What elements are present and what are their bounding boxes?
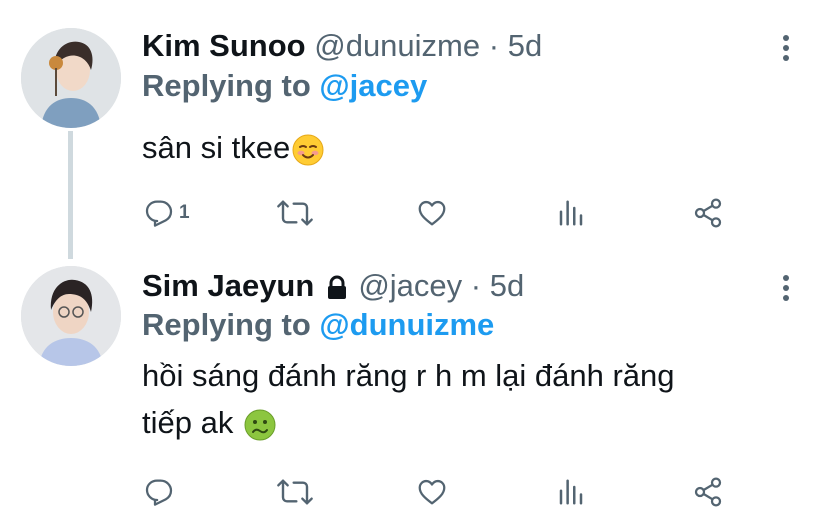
analytics-icon — [559, 200, 583, 226]
heart-icon — [418, 479, 446, 505]
like-button[interactable] — [415, 472, 449, 512]
tweet-2[interactable]: Sim Jaeyun @jacey · 5d Replying to @dunu… — [0, 250, 828, 515]
user-handle[interactable]: @jacey — [358, 268, 462, 303]
lock-icon — [326, 275, 348, 301]
retweet-button[interactable] — [276, 193, 314, 233]
timestamp[interactable]: 5d — [490, 268, 524, 303]
reply-button[interactable] — [143, 472, 179, 512]
more-options-icon[interactable] — [776, 32, 796, 62]
heart-icon — [418, 200, 446, 226]
smiling-face-icon — [292, 134, 324, 166]
user-handle[interactable]: @dunuizme — [314, 28, 480, 63]
share-button[interactable] — [692, 193, 724, 233]
tweet-text: sân si tkee — [142, 126, 802, 170]
display-name[interactable]: Sim Jaeyun — [142, 268, 314, 303]
analytics-button[interactable] — [556, 472, 586, 512]
share-icon — [694, 477, 722, 507]
replying-to: Replying to @dunuizme — [142, 305, 494, 345]
avatar-image — [21, 266, 121, 366]
more-options-icon[interactable] — [776, 272, 796, 302]
reply-button[interactable]: 1 — [143, 193, 190, 233]
retweet-button[interactable] — [276, 472, 314, 512]
reply-icon — [145, 479, 173, 506]
tweet-text-line: sân si tkee — [142, 130, 291, 165]
timestamp[interactable]: 5d — [508, 28, 542, 63]
tweet-header: Sim Jaeyun @jacey · 5d — [142, 266, 524, 306]
mention-link[interactable]: @jacey — [319, 68, 427, 103]
retweet-icon — [277, 200, 313, 226]
tweet-text: hồi sáng đánh răng r h m lại đánh răng t… — [142, 354, 802, 445]
analytics-button[interactable] — [556, 193, 586, 233]
avatar[interactable] — [21, 28, 121, 128]
share-button[interactable] — [692, 472, 724, 512]
tweet-header: Kim Sunoo @dunuizme · 5d — [142, 26, 542, 66]
separator-dot: · — [488, 28, 500, 63]
action-bar: 1 — [0, 193, 828, 233]
avatar[interactable] — [21, 266, 121, 366]
nauseated-face-icon — [244, 409, 276, 441]
share-icon — [694, 198, 722, 228]
reply-count: 1 — [179, 202, 190, 223]
tweet-1[interactable]: Kim Sunoo @dunuizme · 5d Replying to @ja… — [0, 0, 828, 259]
display-name[interactable]: Kim Sunoo — [142, 28, 306, 63]
tweet-text-line: hồi sáng đánh răng r h m lại đánh răng — [142, 358, 675, 393]
avatar-image — [21, 28, 121, 128]
tweet-text-line: tiếp ak — [142, 405, 234, 440]
separator-dot: · — [470, 268, 482, 303]
analytics-icon — [559, 479, 583, 505]
mention-link[interactable]: @dunuizme — [319, 307, 494, 342]
reply-icon — [145, 200, 173, 227]
replying-label: Replying to — [142, 307, 311, 342]
replying-label: Replying to — [142, 68, 311, 103]
action-bar — [0, 472, 828, 512]
retweet-icon — [277, 479, 313, 505]
replying-to: Replying to @jacey — [142, 66, 427, 106]
like-button[interactable] — [415, 193, 449, 233]
